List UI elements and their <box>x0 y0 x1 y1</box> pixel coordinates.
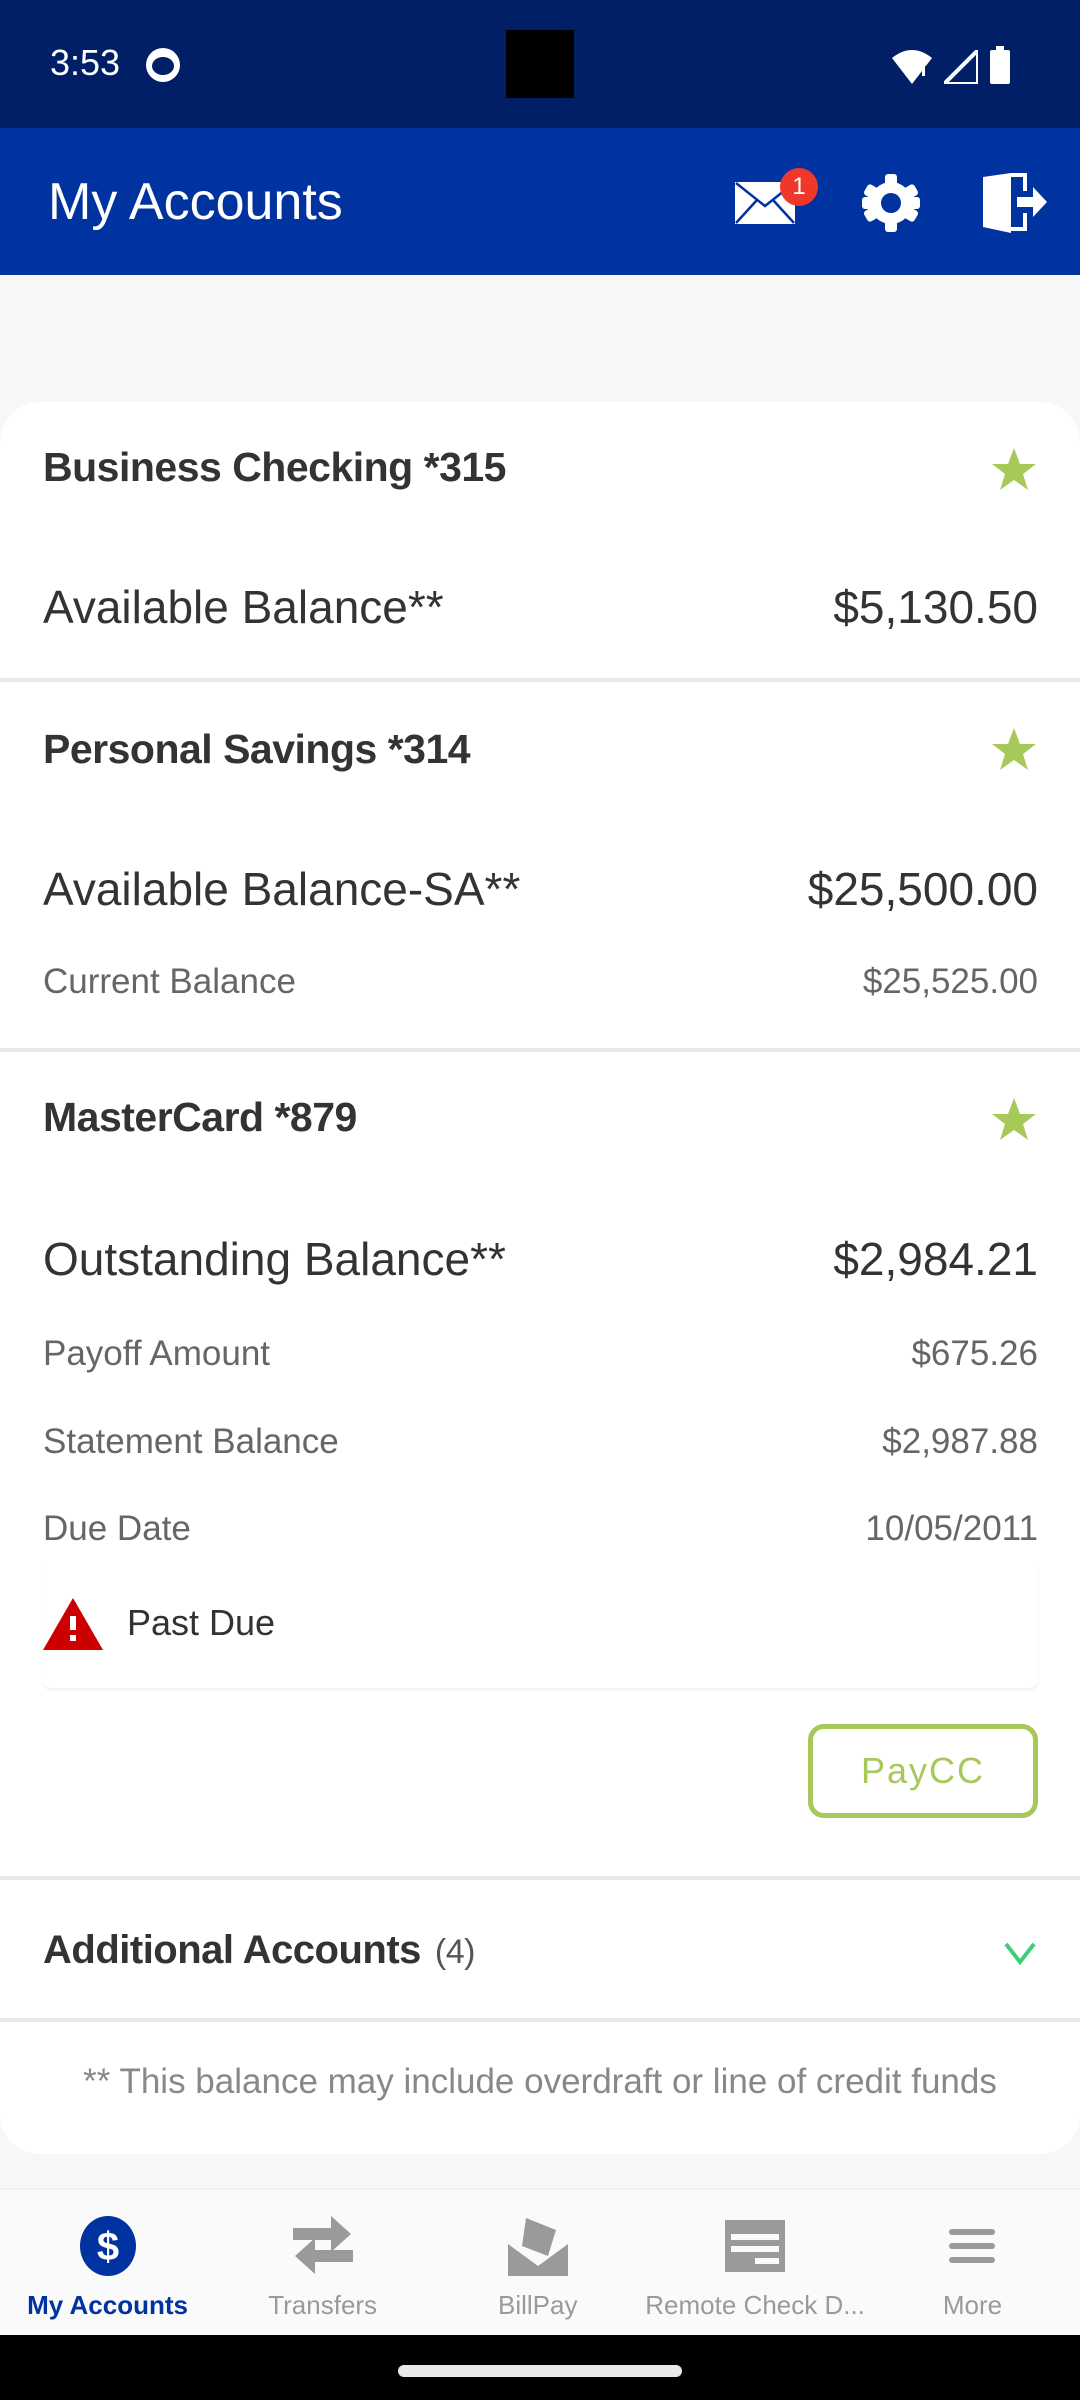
divider <box>0 2018 1080 2022</box>
balance-label: Available Balance** <box>43 581 444 633</box>
additional-accounts-count: (4) <box>434 1933 476 1971</box>
nav-my-accounts[interactable]: $ My Accounts <box>0 2190 215 2335</box>
gear-icon <box>862 174 920 232</box>
battery-icon <box>990 46 1010 84</box>
account-title: Business Checking *315 <box>43 444 506 490</box>
balance-value: $25,525.00 <box>862 962 1038 1001</box>
menu-icon <box>940 2214 1004 2278</box>
transfer-arrows-icon <box>291 2214 355 2278</box>
settings-button[interactable] <box>846 158 936 248</box>
logout-icon <box>983 173 1047 233</box>
balance-label: Payoff Amount <box>43 1334 271 1373</box>
nav-billpay[interactable]: BillPay <box>430 2190 645 2335</box>
chevron-down-icon <box>1004 1942 1036 1966</box>
balance-label: Due Date <box>43 1509 191 1548</box>
balance-value: $25,500.00 <box>807 863 1038 915</box>
account-business-checking[interactable]: Business Checking *315 Available Balance… <box>0 402 1080 678</box>
balance-row: Payoff Amount $675.26 <box>43 1334 1038 1374</box>
status-time: 3:53 <box>50 42 121 83</box>
favorite-star-icon[interactable] <box>990 726 1038 774</box>
pay-credit-card-button[interactable]: PayCC <box>808 1724 1038 1818</box>
nav-label: My Accounts <box>27 2290 188 2320</box>
nav-label: More <box>942 2290 1003 2320</box>
svg-text:$: $ <box>96 2225 118 2269</box>
balance-row: Statement Balance $2,987.88 <box>43 1422 1038 1462</box>
balance-value: $675.26 <box>911 1334 1038 1373</box>
nav-label: Remote Check D... <box>645 2290 865 2320</box>
messages-button[interactable]: 1 <box>720 158 818 248</box>
account-title: MasterCard *879 <box>43 1094 357 1140</box>
footnote: ** This balance may include overdraft or… <box>83 2062 997 2101</box>
accounts-card: Business Checking *315 Available Balance… <box>0 402 1080 2154</box>
balance-row: Outstanding Balance** $2,984.21 <box>43 1232 1038 1286</box>
balance-label: Statement Balance <box>43 1422 339 1461</box>
balance-row: Available Balance** $5,130.50 <box>43 580 1038 634</box>
nav-label: BillPay <box>497 2290 578 2320</box>
favorite-star-icon[interactable] <box>990 1096 1038 1144</box>
system-navigation-bar <box>0 2335 1080 2400</box>
nav-remote-check-deposit[interactable]: Remote Check D... <box>645 2190 865 2335</box>
home-gesture-handle[interactable] <box>398 2365 682 2377</box>
logout-button[interactable] <box>970 158 1060 248</box>
additional-accounts-toggle[interactable]: Additional Accounts (4) <box>0 1882 1080 2018</box>
notification-app-icon <box>146 48 180 82</box>
balance-label: Available Balance-SA** <box>43 863 521 915</box>
bottom-nav: $ My Accounts Transfers BillPay Remote C… <box>0 2188 1080 2335</box>
balance-value: $2,984.21 <box>833 1233 1038 1285</box>
divider <box>0 1876 1080 1880</box>
favorite-star-icon[interactable] <box>990 446 1038 494</box>
signal-icon <box>944 50 978 84</box>
balance-label: Outstanding Balance** <box>43 1233 506 1285</box>
billpay-envelope-icon <box>506 2214 570 2278</box>
nav-more[interactable]: More <box>865 2190 1080 2335</box>
balance-value: 10/05/2011 <box>865 1509 1038 1548</box>
balance-value: $2,987.88 <box>882 1422 1038 1461</box>
additional-accounts-title: Additional Accounts <box>43 1928 421 1972</box>
check-deposit-icon <box>723 2214 787 2278</box>
dollar-icon: $ <box>76 2214 140 2278</box>
status-icons <box>892 46 1010 84</box>
balance-row: Available Balance-SA** $25,500.00 <box>43 862 1038 916</box>
unread-badge: 1 <box>780 168 818 206</box>
balance-label: Current Balance <box>43 962 296 1001</box>
warning-icon <box>43 1598 103 1650</box>
status-bar: 3:53 <box>0 0 1080 128</box>
nav-label: Transfers <box>268 2290 378 2320</box>
past-due-text: Past Due <box>127 1602 276 1643</box>
additional-accounts-label: Additional Accounts (4) <box>43 1928 475 1973</box>
past-due-alert: Past Due <box>43 1560 1038 1688</box>
nav-transfers[interactable]: Transfers <box>215 2190 430 2335</box>
account-title: Personal Savings *314 <box>43 726 471 772</box>
balance-value: $5,130.50 <box>833 581 1038 633</box>
wifi-icon <box>892 50 932 84</box>
camera-cutout <box>506 30 574 98</box>
balance-row: Current Balance $25,525.00 <box>43 962 1038 1002</box>
app-bar: My Accounts 1 <box>0 128 1080 275</box>
account-personal-savings[interactable]: Personal Savings *314 Available Balance-… <box>0 682 1080 1048</box>
balance-row: Due Date 10/05/2011 <box>43 1509 1038 1549</box>
page-title: My Accounts <box>48 173 343 231</box>
